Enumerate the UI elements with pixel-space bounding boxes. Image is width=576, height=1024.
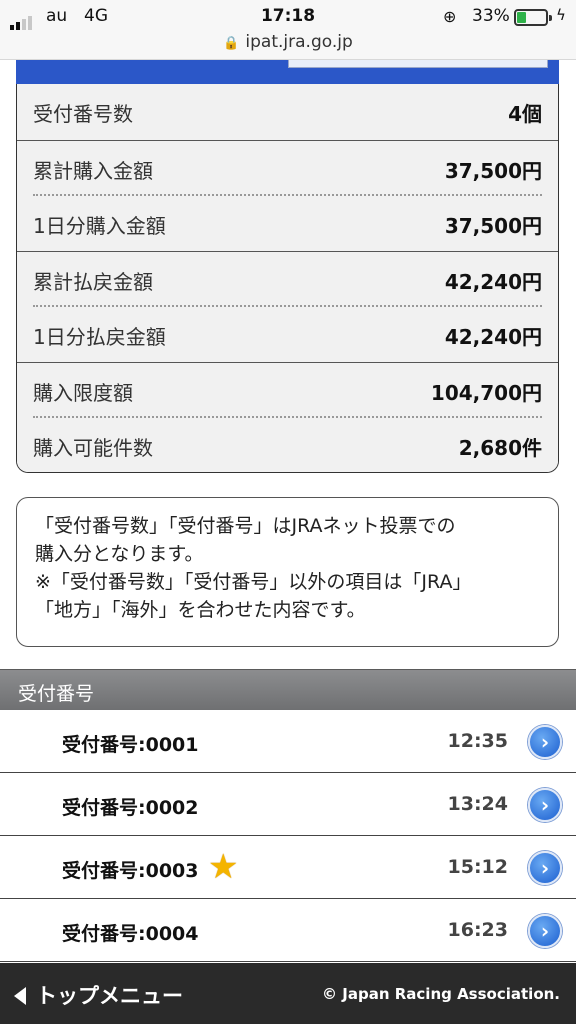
summary-row: 1日分払戻金額 42,240円 — [17, 307, 558, 362]
note-line: ※「受付番号数」「受付番号」以外の項目は「JRA」 — [35, 571, 472, 593]
copyright: © Japan Racing Association. — [322, 985, 560, 1003]
summary-row: 受付番号数 4個 — [17, 84, 558, 139]
section-title: 受付番号 — [18, 683, 95, 705]
summary-row: 1日分購入金額 37,500円 — [17, 196, 558, 251]
receipt-list: 受付番号:0001 12:35 › 受付番号:0002 13:24 › 受付番号… — [0, 710, 576, 962]
summary-label: 1日分払戻金額 — [33, 325, 166, 349]
summary-row: 購入可能件数 2,680件 — [17, 418, 558, 472]
summary-label: 受付番号数 — [33, 102, 133, 126]
receipt-label: 受付番号:0003 — [62, 860, 199, 882]
summary-row: 累計購入金額 37,500円 — [17, 141, 558, 196]
summary-value: 37,500円 — [444, 159, 542, 183]
summary-label: 累計購入金額 — [33, 159, 153, 183]
summary-label: 累計払戻金額 — [33, 270, 153, 294]
summary-value: 2,680件 — [458, 436, 542, 460]
back-arrow-icon — [14, 987, 26, 1005]
star-icon: ★ — [208, 847, 239, 887]
summary-group-purchase: 累計購入金額 37,500円 1日分購入金額 37,500円 — [17, 141, 558, 252]
receipt-time: 12:35 — [447, 730, 508, 752]
top-menu-link[interactable]: トップメニュー — [14, 980, 183, 1010]
receipt-time: 15:12 — [447, 856, 508, 878]
lock-icon: 🔒 — [223, 36, 240, 51]
summary-row: 購入限度額 104,700円 — [17, 363, 558, 418]
summary-value: 37,500円 — [444, 214, 542, 238]
tab-active[interactable] — [16, 60, 286, 86]
summary-value: 104,700円 — [430, 381, 542, 405]
chevron-right-icon[interactable]: › — [528, 788, 562, 822]
receipt-time: 13:24 — [447, 793, 508, 815]
receipt-time: 16:23 — [447, 919, 508, 941]
info-note: 「受付番号数」「受付番号」はJRAネット投票での 購入分となります。 ※「受付番… — [16, 497, 559, 647]
note-line: 「地方」「海外」を合わせた内容です。 — [35, 599, 366, 621]
top-menu-label: トップメニュー — [36, 984, 183, 1008]
section-header: 受付番号 — [0, 669, 576, 710]
summary-group-payout: 累計払戻金額 42,240円 1日分払戻金額 42,240円 — [17, 252, 558, 363]
tab-inactive[interactable] — [286, 60, 559, 86]
summary-value: 42,240円 — [444, 270, 542, 294]
chevron-right-icon[interactable]: › — [528, 851, 562, 885]
note-line: 「受付番号数」「受付番号」はJRAネット投票での — [35, 515, 456, 537]
charging-bolt-icon: ϟ — [556, 6, 566, 24]
status-bar: au 4G 17:18 ⊕ 33% ϟ 🔒 ipat.jra.go.jp — [0, 0, 576, 60]
footer-bar: トップメニュー © Japan Racing Association. — [0, 963, 576, 1024]
receipt-row[interactable]: 受付番号:0002 13:24 › — [0, 773, 576, 836]
receipt-row[interactable]: 受付番号:0003 ★ 15:12 › — [0, 836, 576, 899]
tab-strip — [16, 60, 559, 86]
summary-label: 購入可能件数 — [33, 436, 153, 460]
summary-group-limit: 購入限度額 104,700円 購入可能件数 2,680件 — [17, 363, 558, 472]
summary-group-count: 受付番号数 4個 — [17, 84, 558, 141]
summary-row: 累計払戻金額 42,240円 — [17, 252, 558, 307]
note-line: 購入分となります。 — [35, 543, 204, 565]
receipt-row[interactable]: 受付番号:0001 12:35 › — [0, 710, 576, 773]
summary-value: 4個 — [508, 102, 542, 126]
summary-label: 購入限度額 — [33, 381, 133, 405]
chevron-right-icon[interactable]: › — [528, 725, 562, 759]
account-summary-card: 受付番号数 4個 累計購入金額 37,500円 1日分購入金額 37,500円 … — [16, 84, 559, 473]
url-text: ipat.jra.go.jp — [245, 32, 353, 52]
receipt-label: 受付番号:0002 — [62, 797, 199, 819]
battery-percent: 33% — [472, 6, 510, 26]
receipt-label: 受付番号:0004 — [62, 923, 199, 945]
summary-label: 1日分購入金額 — [33, 214, 166, 238]
battery-icon — [514, 9, 552, 26]
rotation-lock-icon: ⊕ — [443, 7, 457, 26]
receipt-label: 受付番号:0001 — [62, 734, 199, 756]
address-bar[interactable]: 🔒 ipat.jra.go.jp — [0, 32, 576, 52]
summary-value: 42,240円 — [444, 325, 542, 349]
chevron-right-icon[interactable]: › — [528, 914, 562, 948]
receipt-row[interactable]: 受付番号:0004 16:23 › — [0, 899, 576, 962]
